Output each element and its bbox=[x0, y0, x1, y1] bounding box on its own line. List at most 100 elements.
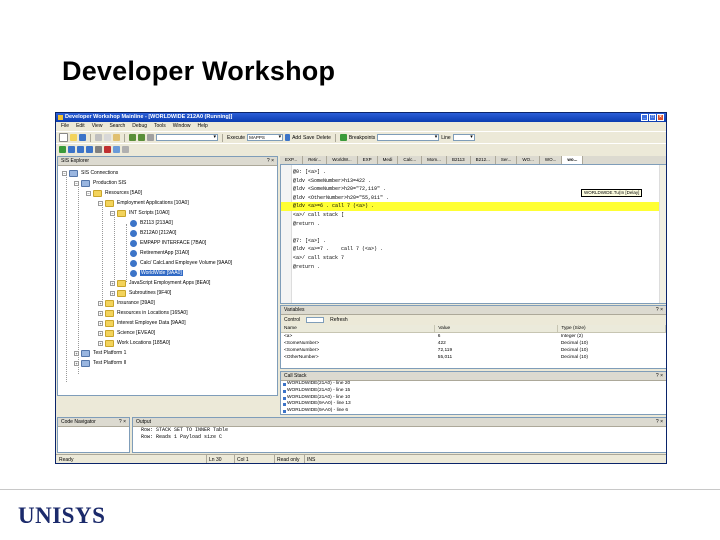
expand-icon[interactable]: + bbox=[98, 320, 103, 326]
tree-node-worldwide-selected[interactable]: WorldWide [9AA0] bbox=[130, 268, 183, 278]
tree-node-javascript-apps[interactable]: + JavaScript Employment Apps [8EA0] bbox=[110, 278, 210, 288]
close-button[interactable]: × bbox=[657, 114, 664, 121]
menu-view[interactable]: View bbox=[92, 122, 103, 131]
expand-icon[interactable]: + bbox=[110, 280, 115, 286]
table-row[interactable]: <OtherNumber> 55,011 Decimal (10) bbox=[281, 354, 666, 361]
panel-pin-close[interactable]: ? × bbox=[656, 372, 663, 380]
tree-node-science[interactable]: + Science [EVEA0] bbox=[98, 328, 155, 338]
stop-icon[interactable] bbox=[104, 146, 111, 153]
step-over-icon[interactable] bbox=[77, 146, 84, 153]
tree-node-resources[interactable]: − Resources [5A0] bbox=[86, 188, 142, 198]
menu-tools[interactable]: Tools bbox=[154, 122, 166, 131]
collapse-icon[interactable]: − bbox=[98, 200, 103, 206]
editor-scrollbar[interactable] bbox=[659, 165, 666, 303]
add-button[interactable]: Add bbox=[292, 135, 301, 141]
tree-node-work-locations[interactable]: + Work Locations [185A0] bbox=[98, 338, 170, 348]
search-combo[interactable] bbox=[156, 134, 218, 141]
step-out-icon[interactable] bbox=[86, 146, 93, 153]
menu-search[interactable]: Search bbox=[109, 122, 125, 131]
panel-pin-close[interactable]: ? × bbox=[656, 418, 663, 426]
table-row[interactable]: <SomeNumber> 72,119 Decimal (10) bbox=[281, 347, 666, 354]
collapse-icon[interactable]: − bbox=[86, 190, 91, 196]
editor-tab[interactable]: Retir... bbox=[303, 156, 328, 164]
tree-node-interest-employee-data[interactable]: + Interest Employee Data [9AA0] bbox=[98, 318, 186, 328]
table-row[interactable]: <a> 6 Integer (2) bbox=[281, 333, 666, 341]
editor-tab[interactable]: B212... bbox=[471, 156, 496, 164]
open-icon[interactable] bbox=[70, 134, 77, 141]
menu-help[interactable]: Help bbox=[198, 122, 208, 131]
editor-tab[interactable]: WorldW... bbox=[327, 156, 358, 164]
collapse-icon[interactable]: − bbox=[74, 180, 79, 186]
expand-icon[interactable]: + bbox=[98, 310, 103, 316]
editor-tab[interactable]: EXP... bbox=[280, 156, 304, 164]
undo-icon[interactable] bbox=[129, 134, 136, 141]
step-into-icon[interactable] bbox=[68, 146, 75, 153]
editor-tab[interactable]: Medi bbox=[378, 156, 399, 164]
tree-node-script[interactable]: EMPAPP INTERFACE [7BA0] bbox=[130, 238, 206, 248]
editor-tab[interactable]: Mom... bbox=[422, 156, 447, 164]
maximize-button[interactable]: □ bbox=[649, 114, 656, 121]
options-icon[interactable] bbox=[122, 146, 129, 153]
panel-pin-close[interactable]: ? × bbox=[119, 418, 126, 426]
menu-file[interactable]: File bbox=[61, 122, 69, 131]
tree-node-subroutines[interactable]: + Subroutines [9F40] bbox=[110, 288, 171, 298]
code-editor[interactable]: @0: [<a>] . @ldv <SomeNumber>h13=422 . @… bbox=[280, 164, 666, 304]
control-field[interactable] bbox=[306, 317, 325, 323]
save-button[interactable]: Save bbox=[303, 135, 314, 141]
collapse-icon[interactable]: − bbox=[110, 210, 115, 216]
line-combo[interactable] bbox=[452, 134, 475, 141]
expand-icon[interactable]: + bbox=[98, 340, 103, 346]
panel-pin-close[interactable]: ? × bbox=[267, 157, 274, 165]
breakpoints-icon[interactable] bbox=[339, 134, 347, 141]
tree-node-int-scripts[interactable]: − INT Scripts [10A0] bbox=[110, 208, 169, 218]
refresh-button[interactable]: Refresh bbox=[330, 317, 348, 323]
editor-tab[interactable]: WO... bbox=[540, 156, 563, 164]
editor-tab[interactable]: EXP bbox=[358, 156, 378, 164]
run-icon[interactable] bbox=[59, 146, 66, 153]
col-name[interactable]: Name bbox=[281, 325, 436, 333]
tree-node-employment-applications[interactable]: − Employment Applications [10A0] bbox=[98, 198, 189, 208]
col-type[interactable]: Type (Size) bbox=[557, 325, 666, 333]
add-icon[interactable] bbox=[285, 134, 291, 141]
editor-tab[interactable]: Calc... bbox=[398, 156, 423, 164]
tree-node-sis-connections[interactable]: − SIS Connections bbox=[62, 168, 118, 178]
window-icon[interactable] bbox=[113, 146, 120, 153]
tree-node-test-platform-1[interactable]: + Test Platform 1 bbox=[74, 348, 126, 358]
breakpoints-combo[interactable] bbox=[377, 134, 440, 141]
redo-icon[interactable] bbox=[138, 134, 145, 141]
editor-tab[interactable]: Ser... bbox=[496, 156, 518, 164]
menu-debug[interactable]: Debug bbox=[132, 122, 147, 131]
panel-pin-close[interactable]: ? × bbox=[656, 306, 663, 314]
cut-icon[interactable] bbox=[95, 134, 102, 141]
new-icon[interactable] bbox=[59, 133, 68, 142]
tree-node-test-platform-2[interactable]: + Test Platform II bbox=[74, 358, 126, 368]
tree-node-production-sis[interactable]: − Production SIS bbox=[74, 178, 126, 188]
tree-node-script[interactable]: B212A0 [212A0] bbox=[130, 228, 176, 238]
window-title-bar[interactable]: Developer Workshop Mainline - [WORLDWIDE… bbox=[56, 113, 666, 122]
tree-node-script[interactable]: B2113 [213A0] bbox=[130, 218, 173, 228]
expand-icon[interactable]: + bbox=[98, 330, 103, 336]
col-value[interactable]: Value bbox=[434, 325, 559, 333]
execute-combo[interactable]: MAPPS bbox=[247, 134, 284, 141]
tree-node-insurance[interactable]: + Insurance [39A0] bbox=[98, 298, 155, 308]
paste-icon[interactable] bbox=[113, 134, 120, 141]
editor-tab[interactable]: WO... bbox=[517, 156, 540, 164]
call-stack-item[interactable]: WORLDWIDE(21A0) - line 20 bbox=[281, 381, 666, 388]
collapse-icon[interactable]: − bbox=[62, 170, 67, 176]
save-icon[interactable] bbox=[79, 134, 86, 141]
menu-window[interactable]: Window bbox=[173, 122, 191, 131]
tree-node-script[interactable]: Calc/ CalcLand Employee Volume [9AA0] bbox=[130, 258, 232, 268]
editor-gutter[interactable] bbox=[281, 165, 292, 303]
copy-icon[interactable] bbox=[104, 134, 111, 141]
expand-icon[interactable]: + bbox=[74, 360, 79, 366]
table-row[interactable]: <SomeNumber> 422 Decimal (10) bbox=[281, 340, 666, 347]
minimize-button[interactable]: _ bbox=[641, 114, 648, 121]
tree-node-resources-in-locations[interactable]: + Resources in Locations [165A0] bbox=[98, 308, 188, 318]
call-stack-item[interactable]: WORLDWIDE(9AA0) - line 6 bbox=[281, 408, 666, 414]
menu-edit[interactable]: Edit bbox=[76, 122, 85, 131]
expand-icon[interactable]: + bbox=[98, 300, 103, 306]
expand-icon[interactable]: + bbox=[74, 350, 79, 356]
editor-tab-active[interactable]: wo... bbox=[562, 156, 584, 164]
expand-icon[interactable]: + bbox=[110, 290, 115, 296]
find-icon[interactable] bbox=[147, 134, 154, 141]
